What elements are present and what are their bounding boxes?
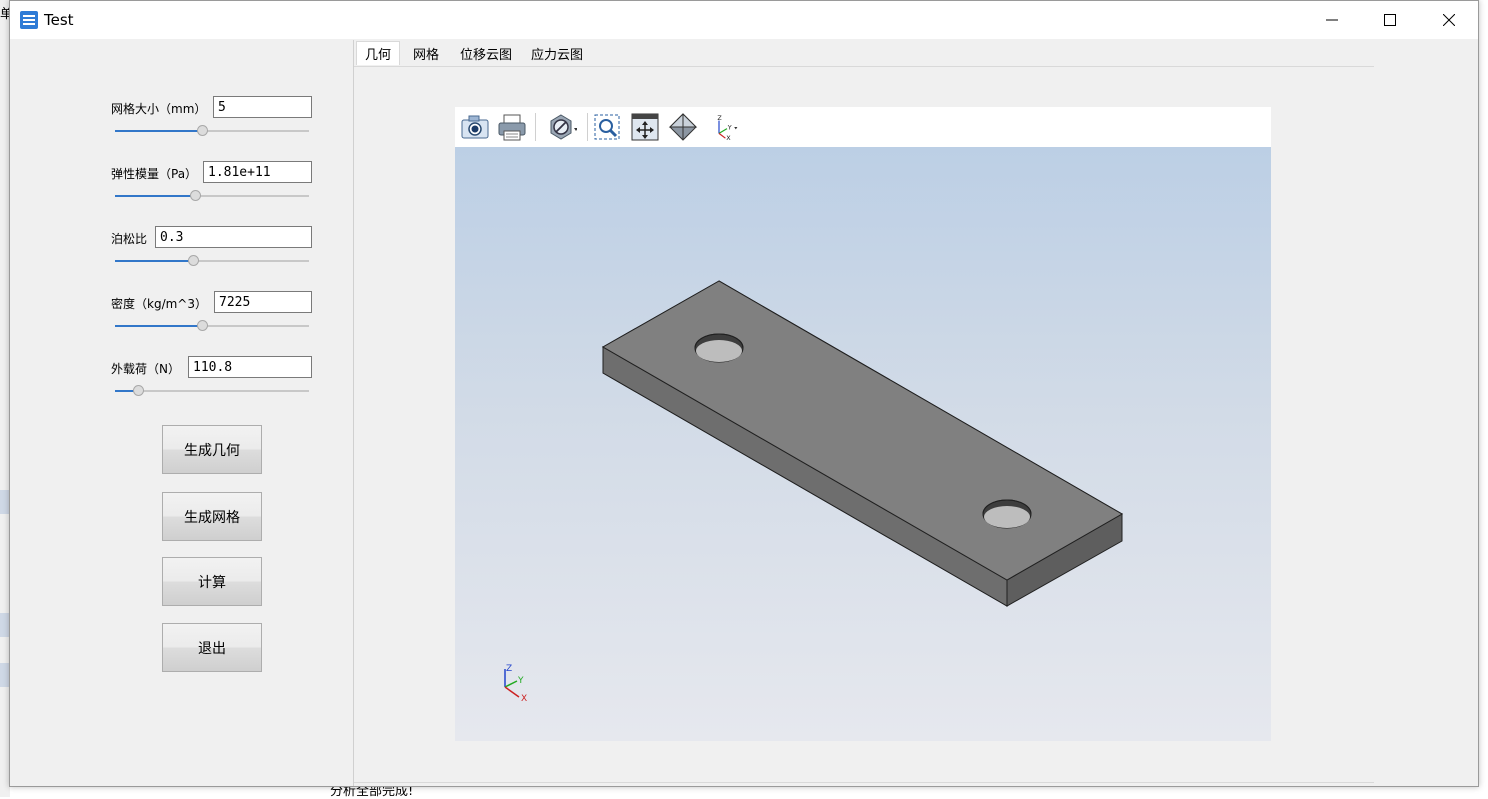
3d-viewport[interactable]: Z Y X: [455, 147, 1271, 741]
hole: [982, 499, 1032, 529]
minimize-icon: [1326, 19, 1338, 21]
elastic-modulus-input[interactable]: [203, 161, 312, 183]
mesh-size-label: 网格大小（mm）: [111, 102, 207, 116]
external-load-label: 外载荷（N）: [111, 362, 180, 376]
tab-body-border: [354, 782, 1374, 783]
part-render: Z Y X: [504, 280, 1124, 704]
external-load-slider[interactable]: [115, 385, 309, 397]
toolbar-separator: [535, 113, 536, 141]
display-mode-icon[interactable]: [545, 111, 577, 143]
exit-button[interactable]: 退出: [162, 623, 262, 672]
tab-displacement-contour[interactable]: 位移云图: [454, 41, 518, 65]
main-window: Test 网格大小（mm） 弹性模量（Pa） 泊松比 密度（kg/m^3: [9, 0, 1479, 787]
slider-handle[interactable]: [189, 190, 201, 201]
density-slider[interactable]: [115, 320, 309, 332]
axis-triad: Z Y X: [504, 664, 527, 704]
minimize-button[interactable]: [1303, 1, 1361, 39]
viewer-toolbar: Z Y X: [455, 107, 1271, 147]
elastic-modulus-slider[interactable]: [115, 190, 309, 202]
slider-handle[interactable]: [197, 125, 209, 136]
triad-x-label: X: [521, 694, 527, 704]
compute-button[interactable]: 计算: [162, 557, 262, 606]
external-load-input[interactable]: [188, 356, 312, 378]
toolbar-separator: [587, 113, 588, 141]
3d-viewer: Z Y X Z Y X: [455, 107, 1271, 741]
fit-all-icon[interactable]: [629, 111, 661, 143]
slider-handle[interactable]: [187, 255, 199, 266]
iso-view-icon[interactable]: [667, 111, 699, 143]
print-icon[interactable]: [496, 111, 528, 143]
generate-geometry-button[interactable]: 生成几何: [162, 425, 262, 474]
slider-handle[interactable]: [133, 385, 145, 396]
poisson-ratio-label: 泊松比: [111, 232, 148, 246]
mesh-size-slider[interactable]: [115, 125, 309, 137]
tab-bar: 几何 网格 位移云图 应力云图: [354, 40, 1374, 67]
elastic-modulus-label: 弹性模量（Pa）: [111, 167, 198, 181]
density-input[interactable]: [214, 291, 312, 313]
axes-view-icon[interactable]: Z Y X: [711, 111, 743, 143]
slider-handle[interactable]: [197, 320, 209, 331]
generate-mesh-button[interactable]: 生成网格: [162, 492, 262, 541]
maximize-button[interactable]: [1361, 1, 1419, 39]
zoom-box-icon[interactable]: [591, 111, 623, 143]
tab-stress-contour[interactable]: 应力云图: [525, 41, 589, 65]
plate-top-face: [601, 280, 1124, 581]
window-title: Test: [44, 11, 74, 29]
axis-y-label: Y: [727, 123, 732, 131]
axis-z-label: Z: [717, 114, 722, 122]
tab-geometry[interactable]: 几何: [356, 41, 400, 65]
poisson-ratio-input[interactable]: [155, 226, 312, 248]
poisson-ratio-slider[interactable]: [115, 255, 309, 267]
tab-mesh[interactable]: 网格: [404, 41, 448, 65]
triad-z-label: Z: [506, 664, 512, 674]
hole: [694, 333, 744, 363]
camera-icon[interactable]: [459, 111, 491, 143]
close-button[interactable]: [1420, 1, 1478, 39]
app-icon: [20, 11, 38, 29]
maximize-icon: [1384, 14, 1396, 26]
density-label: 密度（kg/m^3）: [111, 297, 207, 311]
axis-x-label: X: [726, 134, 731, 142]
mesh-size-input[interactable]: [213, 96, 312, 118]
title-bar[interactable]: Test: [10, 1, 1478, 39]
triad-y-label: Y: [517, 676, 524, 686]
close-icon: [1443, 14, 1455, 26]
